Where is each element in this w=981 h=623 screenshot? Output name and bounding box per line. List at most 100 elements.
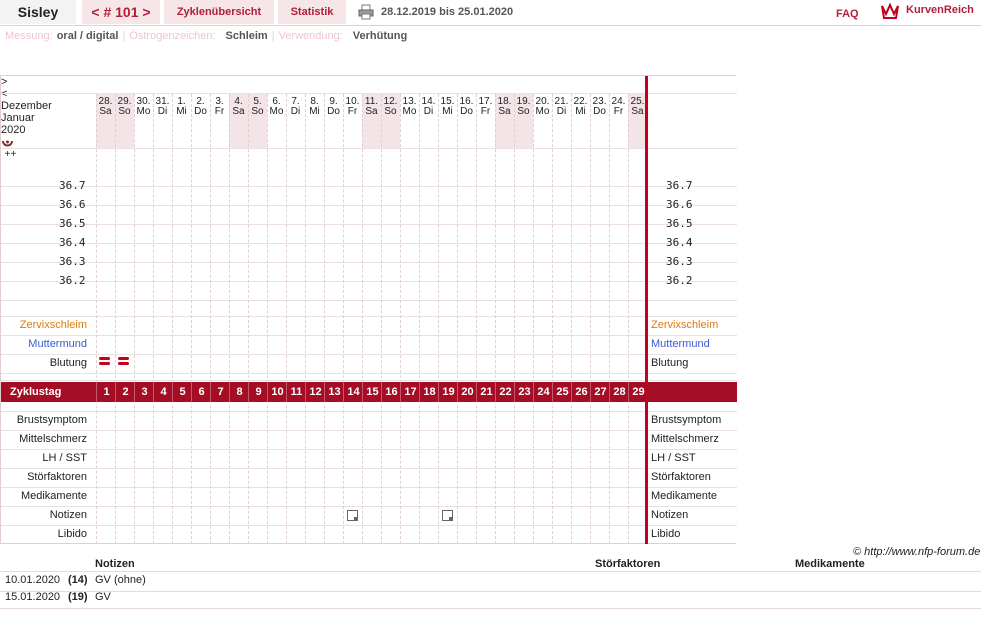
grid-column (153, 94, 154, 544)
copyright: © http://www.nfp-forum.de (853, 546, 981, 558)
cycle-day-number[interactable]: 12 (305, 382, 325, 402)
day-header-weekday: Fr (480, 106, 491, 117)
day-header-weekday: Sa (232, 106, 245, 117)
row-label-right: Libido (651, 528, 681, 540)
cycle-day-number[interactable]: 19 (438, 382, 458, 402)
grid-line (1, 300, 737, 301)
crown-logo-icon[interactable] (880, 2, 900, 20)
bleeding-mark[interactable] (99, 357, 110, 360)
note-text: GV (95, 591, 111, 603)
grid-line (1, 373, 737, 374)
bleeding-mark[interactable] (118, 357, 129, 360)
cycle-day-number[interactable]: 2 (115, 382, 135, 402)
today-marker-line (645, 76, 648, 544)
cycle-day-number[interactable]: 27 (590, 382, 610, 402)
cycle-day-number[interactable]: 15 (362, 382, 382, 402)
grid-column (286, 94, 287, 544)
cycle-day-number[interactable]: 14 (343, 382, 363, 402)
print-icon[interactable] (358, 4, 374, 20)
col-header-stoerfaktoren: Störfaktoren (595, 558, 661, 570)
grid-column (552, 94, 553, 544)
cycle-day-number[interactable]: 28 (609, 382, 629, 402)
nav-prev-arrow[interactable]: > (1, 76, 737, 88)
cycle-day-number[interactable]: 18 (419, 382, 439, 402)
grid-column (438, 94, 439, 544)
day-header-weekday: Fr (613, 106, 624, 117)
cycle-day-number[interactable]: 10 (267, 382, 287, 402)
note-icon[interactable] (347, 510, 358, 521)
note-cycle-day: (14) (68, 574, 88, 586)
tab-cycle-overview[interactable]: Zyklenübersicht (164, 0, 274, 24)
day-header-weekday: So (251, 106, 264, 117)
grid-line (1, 468, 737, 469)
grid-line (1, 316, 737, 317)
cycle-day-number[interactable]: 7 (210, 382, 230, 402)
grid-column (381, 94, 382, 544)
cycle-day-number[interactable]: 24 (533, 382, 553, 402)
tab-statistics[interactable]: Statistik (278, 0, 346, 24)
cycle-chart: > < Dezember Januar 2020 28. Sa 29. So 30. Mo 31. Di… (0, 75, 737, 544)
cycle-day-number[interactable]: 6 (191, 382, 211, 402)
cycle-day-number[interactable]: 1 (96, 382, 116, 402)
cycle-day-number[interactable]: 4 (153, 382, 173, 402)
cycle-day-number[interactable]: 13 (324, 382, 344, 402)
temp-label-left: 36.7 (59, 179, 86, 192)
cycle-day-number[interactable]: 3 (134, 382, 154, 402)
bleeding-mark[interactable] (99, 362, 110, 365)
cycle-day-number[interactable]: 21 (476, 382, 496, 402)
logo-text[interactable]: KurvenReich (906, 4, 974, 16)
cycle-day-number[interactable]: 23 (514, 382, 534, 402)
day-header-weekday: Mi (176, 106, 187, 117)
cycle-day-number[interactable]: 11 (286, 382, 306, 402)
bleeding-mark[interactable] (118, 362, 129, 365)
note-cycle-day: (19) (68, 591, 88, 603)
table-row[interactable]: 15.01.2020 (19) GV (0, 591, 981, 609)
messung-label: Messung: (5, 30, 53, 42)
day-header-weekday: Mo (535, 106, 550, 117)
day-header-weekday: Di (157, 106, 168, 117)
temp-label-left: 36.4 (59, 236, 86, 249)
grid-column (96, 94, 97, 544)
table-row[interactable]: 10.01.2020 (14) GV (ohne) (0, 574, 981, 592)
day-header-weekday: So (517, 106, 530, 117)
date-range: 28.12.2019 bis 25.01.2020 (381, 6, 514, 18)
verwendung-value: Verhütung (352, 30, 408, 42)
row-label-notizen: Notizen (49, 509, 87, 521)
row-label-lh-sst: LH / SST (42, 452, 87, 464)
row-label-right: Brustsymptom (651, 414, 722, 426)
cycle-day-number[interactable]: 9 (248, 382, 268, 402)
cycle-day-number[interactable]: 8 (229, 382, 249, 402)
grid-column (457, 94, 458, 544)
day-header-weekday: Sa (365, 106, 378, 117)
grid-column (495, 94, 496, 544)
temp-label-right: 36.2 (666, 274, 693, 287)
note-icon[interactable] (442, 510, 453, 521)
note-text: GV (ohne) (95, 574, 146, 586)
cycle-day-number[interactable]: 25 (552, 382, 572, 402)
row-label-right: LH / SST (651, 452, 696, 464)
row-label-right: Notizen (651, 509, 689, 521)
grid-line (1, 449, 737, 450)
cycle-day-number[interactable]: 22 (495, 382, 515, 402)
col-header-medikamente: Medikamente (795, 558, 865, 570)
grid-line (1, 354, 737, 355)
row-label-right: Zervixschleim (651, 319, 719, 331)
grid-line (1, 224, 737, 225)
day-header-weekday: Sa (498, 106, 511, 117)
cycle-day-number[interactable]: 26 (571, 382, 591, 402)
note-date: 15.01.2020 (5, 591, 61, 603)
day-header-weekday: Di (423, 106, 434, 117)
cycle-day-number[interactable]: 5 (172, 382, 192, 402)
row-label-blutung: Blutung (49, 357, 87, 369)
grid-column (590, 94, 591, 544)
row-label-brustsymptom: Brustsymptom (16, 414, 87, 426)
temp-label-right: 36.6 (666, 198, 693, 211)
faq-link[interactable]: FAQ (836, 8, 859, 20)
cycle-navigator[interactable]: < # 101 > (82, 0, 160, 24)
cycle-day-number[interactable]: 16 (381, 382, 401, 402)
cycle-day-number[interactable]: 17 (400, 382, 420, 402)
cycle-day-number[interactable]: 20 (457, 382, 477, 402)
temp-label-left: 36.2 (59, 274, 86, 287)
grid-column (191, 94, 192, 544)
grid-line (1, 525, 737, 526)
